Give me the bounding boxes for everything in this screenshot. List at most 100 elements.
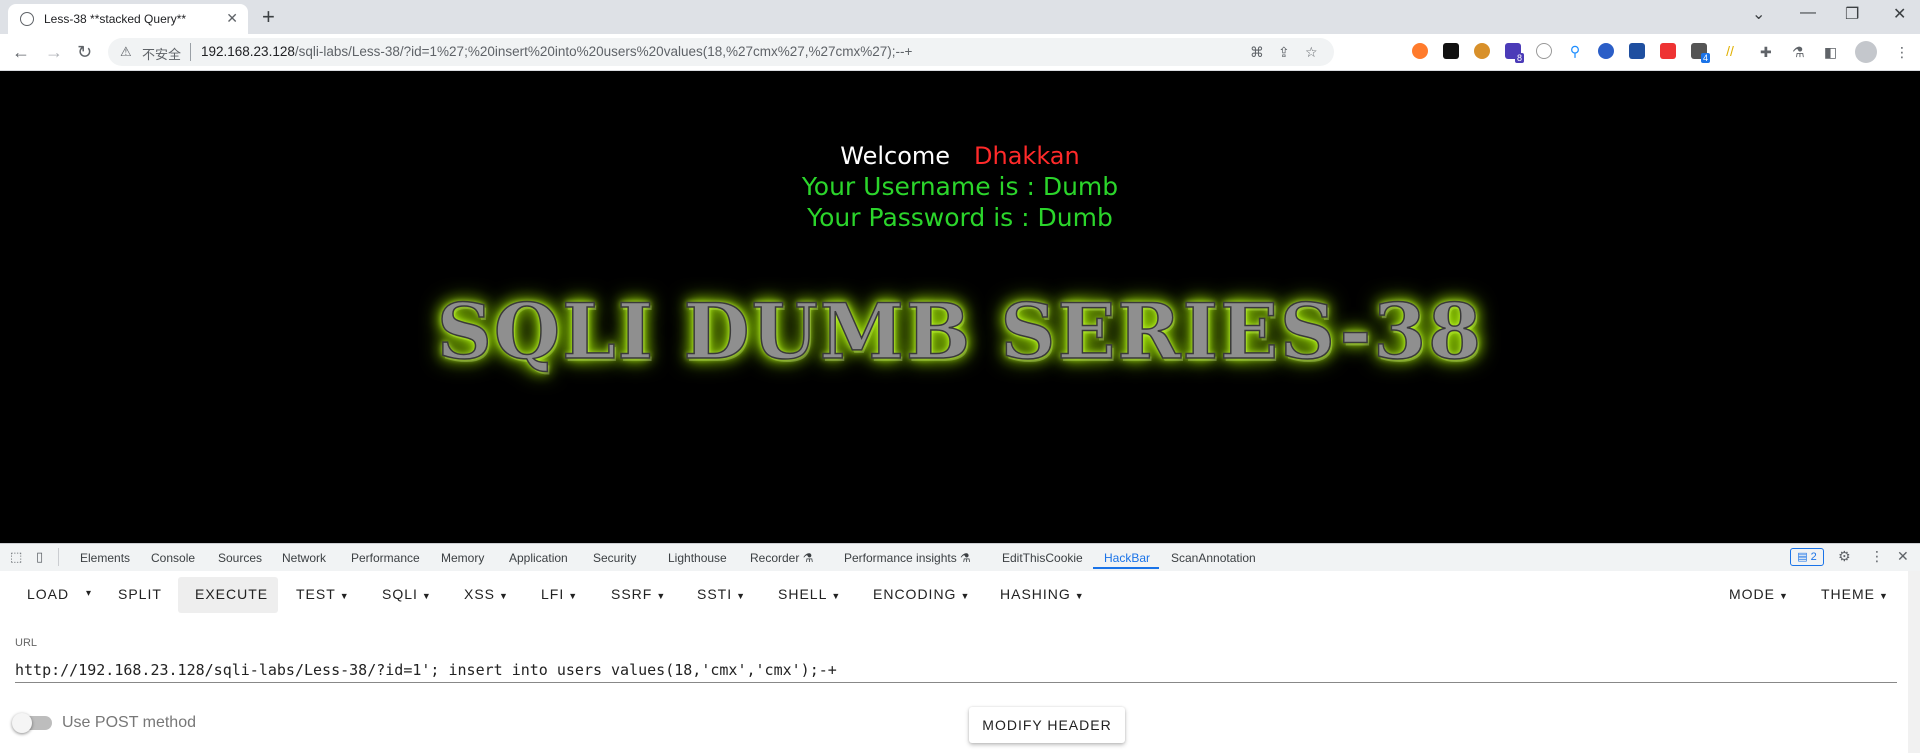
load-button[interactable]: LOAD: [27, 586, 69, 602]
extension-badge: 4: [1701, 53, 1711, 63]
shell-menu[interactable]: SHELL ▼: [778, 586, 841, 602]
extension-1-icon[interactable]: [1412, 43, 1428, 59]
xss-label: XSS: [464, 586, 496, 602]
devtools-tab-recorder[interactable]: Recorder ⚗: [750, 551, 813, 565]
settings-gear-icon[interactable]: ⚙: [1838, 548, 1851, 565]
extension-8-icon[interactable]: [1629, 43, 1645, 59]
address-bar[interactable]: ⚠ 不安全 192.168.23.128/sqli-labs/Less-38/?…: [108, 38, 1334, 66]
share-icon[interactable]: ⇪: [1278, 44, 1290, 61]
extensions-puzzle-icon[interactable]: ✚: [1760, 44, 1772, 61]
reload-icon[interactable]: ↻: [77, 42, 92, 63]
devtools-tab-console[interactable]: Console: [151, 551, 195, 565]
hashing-menu[interactable]: HASHING ▼: [1000, 586, 1085, 602]
close-tab-icon[interactable]: ✕: [226, 10, 238, 27]
close-devtools-icon[interactable]: ✕: [1897, 548, 1909, 565]
url-path: /sqli-labs/Less-38/?id=1%27;%20insert%20…: [294, 44, 913, 59]
issues-badge[interactable]: ▤ 2: [1790, 548, 1824, 566]
ssti-menu[interactable]: SSTI ▼: [697, 586, 746, 602]
sqli-menu[interactable]: SQLI ▼: [382, 586, 432, 602]
xss-menu[interactable]: XSS ▼: [464, 586, 509, 602]
devtools-tab-performance-insights[interactable]: Performance insights ⚗: [844, 551, 971, 565]
tab-title: Less-38 **stacked Query**: [44, 12, 187, 26]
tab-search-icon[interactable]: ⌄: [1752, 4, 1765, 24]
extension-badge: 8: [1515, 53, 1525, 63]
forward-icon[interactable]: →: [45, 42, 63, 63]
devtools-tab-memory[interactable]: Memory: [441, 551, 484, 565]
caret-down-icon: ▼: [339, 591, 350, 601]
devtools-tab-performance[interactable]: Performance: [351, 551, 420, 565]
encoding-menu[interactable]: ENCODING ▼: [873, 586, 970, 602]
side-panel-icon[interactable]: ◧: [1824, 44, 1837, 61]
caret-down-icon: ▼: [960, 591, 971, 601]
caret-down-icon: ▼: [421, 591, 432, 601]
devtools-menu-icon[interactable]: ⋮: [1870, 548, 1884, 565]
devtools-tab-hackbar[interactable]: HackBar: [1104, 551, 1150, 565]
extension-5-icon[interactable]: [1536, 43, 1552, 59]
caret-down-icon: ▼: [736, 591, 747, 601]
issues-count: 2: [1810, 551, 1817, 563]
welcome-name: Dhakkan: [974, 142, 1080, 170]
warning-icon: ⚠: [120, 44, 132, 59]
divider: [190, 43, 191, 61]
series-banner: SQLI DUMB SERIES-38: [0, 286, 1920, 377]
extension-9-icon[interactable]: [1660, 43, 1676, 59]
ssrf-label: SSRF: [611, 586, 653, 602]
hackbar-scrollbar[interactable]: [1908, 571, 1920, 753]
theme-menu[interactable]: THEME ▼: [1821, 586, 1889, 602]
browser-tab[interactable]: Less-38 **stacked Query** ✕: [8, 4, 248, 34]
back-icon[interactable]: ←: [12, 42, 30, 63]
lfi-menu[interactable]: LFI ▼: [541, 586, 578, 602]
mode-label: MODE: [1729, 586, 1775, 602]
location-pin-icon[interactable]: ⚲: [1567, 43, 1583, 59]
ssti-label: SSTI: [697, 586, 733, 602]
bookmark-star-icon[interactable]: ☆: [1305, 44, 1318, 61]
minimize-button[interactable]: —: [1800, 4, 1816, 22]
caret-down-icon: ▼: [499, 591, 509, 601]
devtools-tab-editthiscookie[interactable]: EditThisCookie: [1002, 551, 1083, 565]
maximize-button[interactable]: ❐: [1845, 4, 1859, 24]
profile-avatar[interactable]: [1855, 41, 1877, 63]
tab-strip: [0, 0, 1920, 34]
devtools-tab-security[interactable]: Security: [593, 551, 636, 565]
hackbar-url-input[interactable]: [15, 658, 1897, 683]
close-window-button[interactable]: ✕: [1893, 4, 1906, 24]
insecure-label: 不安全: [142, 47, 182, 62]
devtools-tab-sources[interactable]: Sources: [218, 551, 262, 565]
caret-down-icon: ▼: [656, 591, 667, 601]
new-tab-button[interactable]: +: [262, 4, 275, 30]
post-method-toggle-knob[interactable]: [12, 713, 32, 733]
lab-flask-icon[interactable]: ⚗: [1792, 44, 1805, 61]
modify-header-button[interactable]: MODIFY HEADER: [969, 707, 1125, 743]
mode-menu[interactable]: MODE ▼: [1729, 586, 1789, 602]
devtools-tab-scanannotation[interactable]: ScanAnnotation: [1171, 551, 1256, 565]
extension-7-icon[interactable]: [1598, 43, 1614, 59]
translate-icon[interactable]: ⌘: [1250, 44, 1264, 61]
devtools-tab-application[interactable]: Application: [509, 551, 568, 565]
load-dropdown-icon[interactable]: ▾: [86, 588, 91, 599]
devtools-tab-lighthouse[interactable]: Lighthouse: [668, 551, 727, 565]
caret-down-icon: ▼: [1779, 591, 1789, 601]
split-button[interactable]: SPLIT: [118, 586, 162, 602]
lfi-label: LFI: [541, 586, 565, 602]
test-menu[interactable]: TEST ▼: [296, 586, 350, 602]
welcome-text: Welcome: [840, 142, 951, 170]
encoding-label: ENCODING: [873, 586, 957, 602]
active-tab-indicator: [1093, 567, 1159, 569]
globe-icon: [20, 12, 34, 26]
ssrf-menu[interactable]: SSRF ▼: [611, 586, 666, 602]
username-line: Your Username is : Dumb: [801, 172, 1119, 201]
menu-kebab-icon[interactable]: ⋮: [1895, 44, 1909, 61]
banner-text: SQLI DUMB SERIES-38: [436, 286, 1483, 377]
cookie-icon[interactable]: [1474, 43, 1490, 59]
caret-down-icon: ▼: [1879, 591, 1889, 601]
test-label: TEST: [296, 586, 336, 602]
inspect-element-icon[interactable]: ⬚: [10, 549, 22, 565]
extension-2-icon[interactable]: [1443, 43, 1459, 59]
device-toggle-icon[interactable]: ▯: [36, 549, 43, 565]
devtools-tab-network[interactable]: Network: [282, 551, 326, 565]
address-url[interactable]: 192.168.23.128/sqli-labs/Less-38/?id=1%2…: [201, 44, 912, 59]
execute-button[interactable]: EXECUTE: [195, 586, 268, 602]
devtools-tab-elements[interactable]: Elements: [80, 551, 130, 565]
extension-11-icon[interactable]: //: [1722, 43, 1738, 59]
url-field-label: URL: [15, 637, 38, 649]
